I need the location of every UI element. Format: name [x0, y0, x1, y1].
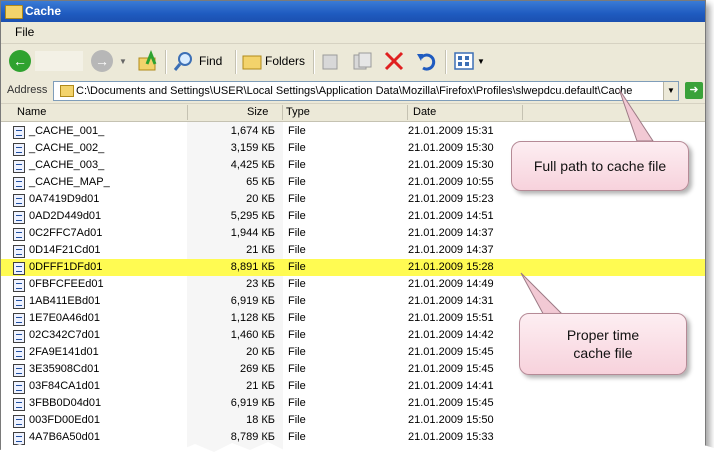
explorer-window: Cache File ← → ▼ Find Folders ▼ Address …: [0, 0, 706, 464]
callout-pointer: [618, 88, 654, 142]
annotation-layer: [520, 88, 654, 320]
callout-full-path: Full path to cache file: [511, 141, 689, 191]
callout-full-path-text: Full path to cache file: [533, 158, 667, 174]
torn-edge: [0, 442, 714, 470]
callout-proper-time-text: Proper time cache file: [566, 327, 640, 361]
callout-proper-time: Proper time cache file: [519, 313, 687, 375]
